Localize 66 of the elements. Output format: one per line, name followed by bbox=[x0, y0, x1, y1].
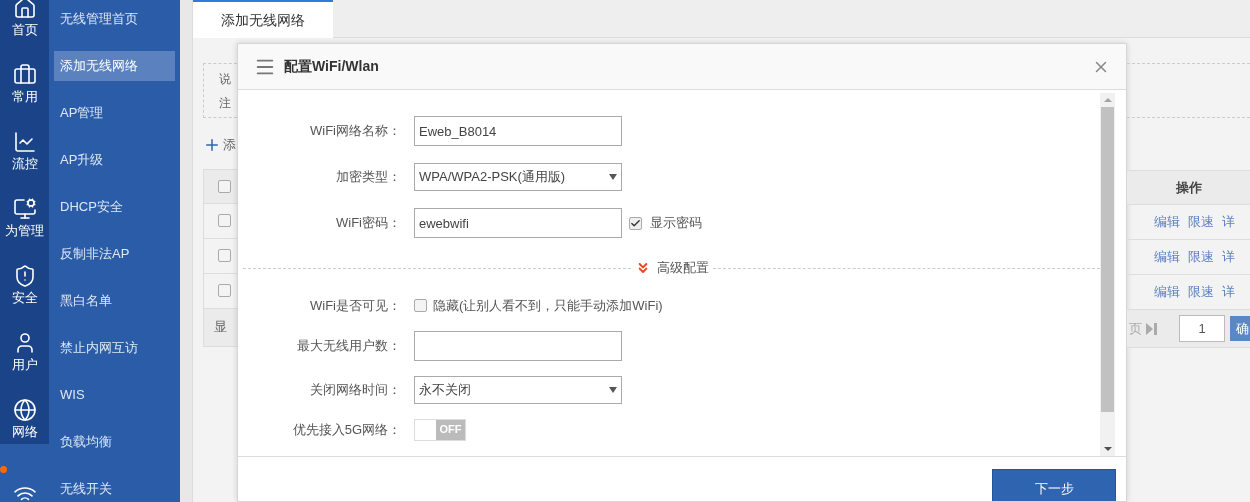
rail-item[interactable]: 为管理 bbox=[0, 176, 49, 243]
rail-item[interactable]: 常用 bbox=[0, 42, 49, 109]
action-link[interactable]: 详 bbox=[1222, 247, 1235, 267]
field-label: WiFi网络名称： bbox=[309, 122, 401, 141]
add-link[interactable]: 添 bbox=[223, 135, 236, 155]
action-link[interactable]: 详 bbox=[1222, 282, 1235, 302]
checkbox[interactable] bbox=[218, 249, 231, 262]
sidebar-item[interactable]: AP管理 bbox=[54, 97, 175, 128]
field-label: 优先接入5G网络： bbox=[291, 420, 401, 439]
monitor-gear-icon bbox=[12, 197, 37, 221]
input-field[interactable]: Eweb_B8014 bbox=[414, 116, 622, 146]
checkbox[interactable] bbox=[218, 284, 231, 297]
field-label: 加密类型： bbox=[335, 168, 401, 187]
checkbox[interactable] bbox=[218, 179, 231, 193]
home-icon bbox=[12, 0, 37, 20]
rail-item[interactable]: 网络 bbox=[0, 377, 49, 444]
globe-icon bbox=[12, 398, 37, 422]
action-link[interactable]: 限速 bbox=[1188, 247, 1214, 267]
next-button[interactable]: 下一步 bbox=[992, 469, 1116, 501]
checkbox[interactable] bbox=[218, 214, 231, 227]
scrollbar[interactable] bbox=[1100, 93, 1115, 456]
sidebar-item[interactable]: AP升级 bbox=[54, 144, 175, 175]
action-link[interactable]: 编辑 bbox=[1154, 212, 1180, 232]
checkbox-label: 显示密码 bbox=[650, 214, 702, 233]
input-field[interactable]: ewebwifi bbox=[414, 208, 622, 238]
input-field[interactable] bbox=[414, 330, 622, 361]
action-link[interactable]: 编辑 bbox=[1154, 282, 1180, 302]
tab[interactable]: 添加无线网络 bbox=[193, 0, 333, 38]
action-link[interactable]: 详 bbox=[1222, 212, 1235, 232]
rail-item[interactable]: 安全 bbox=[0, 243, 49, 310]
column-header: 操作 bbox=[1176, 178, 1202, 197]
pager-text: 页 bbox=[1129, 319, 1142, 338]
sidebar-item[interactable]: 黑白名单 bbox=[54, 285, 175, 316]
checkbox[interactable] bbox=[629, 216, 642, 230]
field-label: 关闭网络时间： bbox=[309, 380, 401, 399]
line-chart-icon bbox=[12, 130, 37, 154]
action-link[interactable]: 编辑 bbox=[1154, 247, 1180, 267]
dropdown-arrow-icon bbox=[609, 174, 617, 180]
rail-item[interactable]: 用户 bbox=[0, 310, 49, 377]
action-link[interactable]: 限速 bbox=[1188, 212, 1214, 232]
field-label: 最大无线用户数： bbox=[296, 336, 401, 355]
dropdown-arrow-icon bbox=[609, 386, 617, 393]
table-footer: 显 bbox=[203, 308, 237, 347]
checkbox[interactable] bbox=[414, 299, 427, 313]
sidebar-item[interactable]: 无线开关 bbox=[54, 473, 175, 502]
field-label: WiFi是否可见： bbox=[309, 297, 401, 315]
sidebar-item[interactable]: 负载均衡 bbox=[54, 426, 175, 457]
action-link[interactable]: 限速 bbox=[1188, 282, 1214, 302]
briefcase-icon bbox=[12, 63, 37, 87]
last-page-icon[interactable] bbox=[1146, 322, 1157, 335]
page-input[interactable]: 1 bbox=[1179, 315, 1225, 342]
rail-item[interactable]: 流控 bbox=[0, 109, 49, 176]
checkbox-label: 隐藏(让别人看不到，只能手动添加WiFi) bbox=[433, 297, 663, 315]
select-field[interactable]: WPA/WPA2-PSK(通用版) bbox=[414, 163, 622, 191]
sidebar-item[interactable]: DHCP安全 bbox=[54, 191, 175, 222]
field-label: WiFi密码： bbox=[335, 214, 401, 233]
sidebar-item[interactable]: WIS bbox=[54, 379, 175, 410]
advanced-toggle[interactable]: 高级配置 bbox=[630, 258, 713, 278]
sidebar-item[interactable]: 添加无线网络 bbox=[54, 50, 175, 81]
select-field[interactable]: 永不关闭 bbox=[414, 375, 622, 404]
rail-item[interactable]: 首页 bbox=[0, 0, 49, 42]
sidebar-item[interactable]: 禁止内网互访 bbox=[54, 332, 175, 363]
sidebar-item[interactable]: 反制非法AP bbox=[54, 238, 175, 269]
confirm-button[interactable]: 确 bbox=[1230, 316, 1250, 341]
sidebar-item[interactable]: 无线管理首页 bbox=[54, 3, 175, 34]
dialog-title: 配置WiFi/Wlan bbox=[284, 57, 379, 76]
